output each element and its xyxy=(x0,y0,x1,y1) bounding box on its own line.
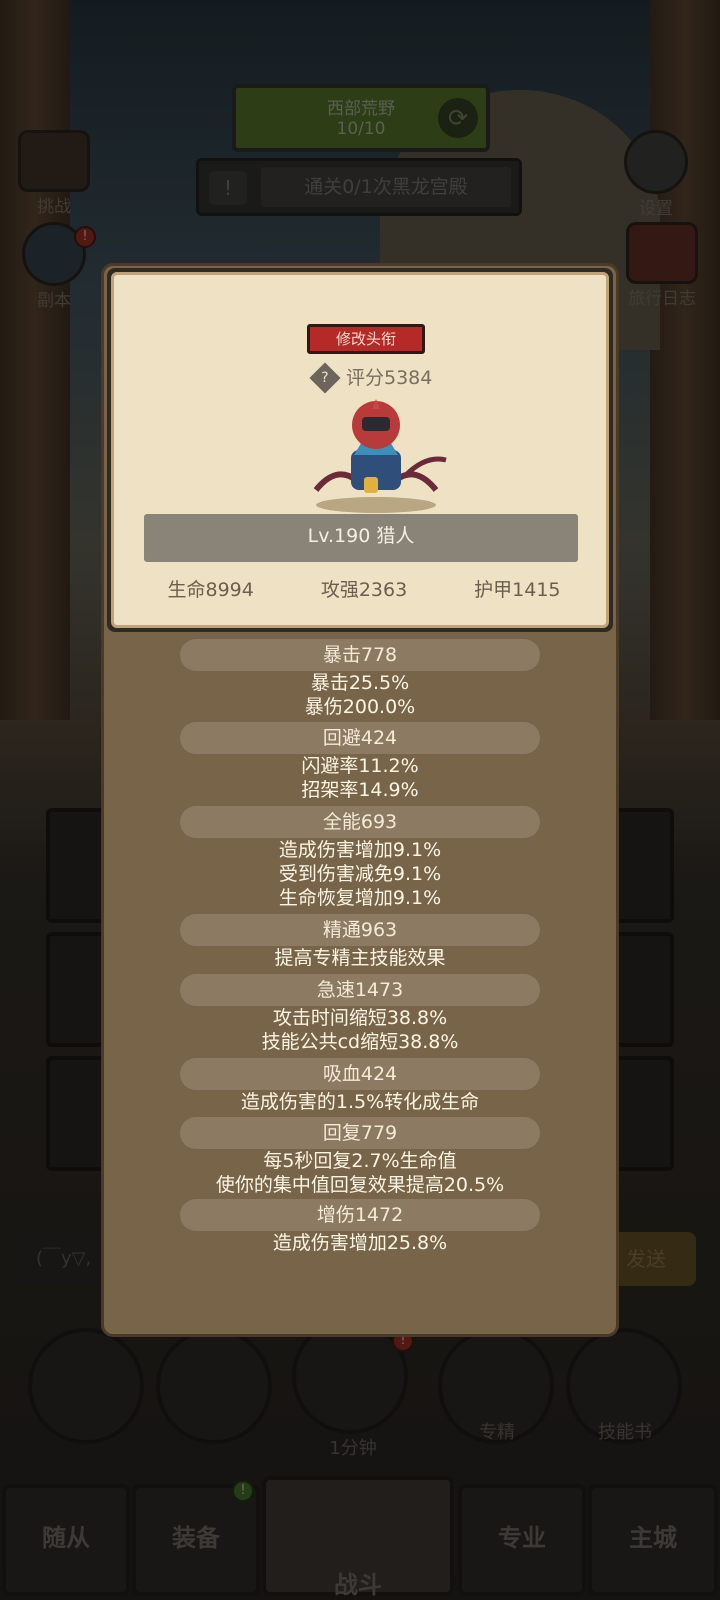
stat-line: 受到伤害减免9.1% xyxy=(278,863,442,885)
stat-header: 吸血424 xyxy=(180,1058,540,1090)
stat-header: 急速1473 xyxy=(180,974,540,1006)
hunter-avatar xyxy=(313,399,447,513)
hp-stat: 生命8994 xyxy=(167,579,254,601)
stat-header: 全能693 xyxy=(180,806,540,838)
attack-stat: 攻强2363 xyxy=(320,579,408,601)
stat-line: 攻击时间缩短38.8% xyxy=(272,1007,448,1029)
score-row: ? 评分5384 xyxy=(309,362,433,394)
stat-header: 精通963 xyxy=(180,914,540,946)
stat-header: 回复779 xyxy=(180,1117,540,1149)
stat-line: 提高专精主技能效果 xyxy=(274,947,446,969)
stat-line: 使你的集中值回复效果提高20.5% xyxy=(215,1174,505,1196)
stat-header: 增伤1472 xyxy=(180,1199,540,1231)
stat-line: 闪避率11.2% xyxy=(301,755,419,777)
stat-header: 暴击778 xyxy=(180,639,540,671)
stat-line: 暴击25.5% xyxy=(310,672,410,694)
base-stats: 生命8994 攻强2363 护甲1415 xyxy=(134,575,594,602)
score-value: 评分5384 xyxy=(346,367,433,389)
armor-stat: 护甲1415 xyxy=(474,579,561,601)
stat-line: 造成伤害增加9.1% xyxy=(278,839,442,861)
help-icon[interactable]: ? xyxy=(309,362,341,394)
stat-line: 造成伤害的1.5%转化成生命 xyxy=(240,1091,480,1113)
stat-line: 生命恢复增加9.1% xyxy=(278,887,442,909)
stat-line: 造成伤害增加25.8% xyxy=(272,1232,448,1254)
stat-line: 招架率14.9% xyxy=(301,779,419,801)
edit-title-button[interactable]: 修改头衔 xyxy=(307,324,425,354)
level-class-bar: Lv.190 猎人 xyxy=(144,514,578,562)
stat-line: 技能公共cd缩短38.8% xyxy=(261,1031,459,1053)
character-card: 修改头衔 ? 评分5384 Lv.190 猎人 生命8994 攻强2363 护甲… xyxy=(107,268,613,632)
stat-header: 回避424 xyxy=(180,722,540,754)
stat-line: 暴伤200.0% xyxy=(304,696,416,718)
stat-line: 每5秒回复2.7%生命值 xyxy=(263,1150,457,1172)
